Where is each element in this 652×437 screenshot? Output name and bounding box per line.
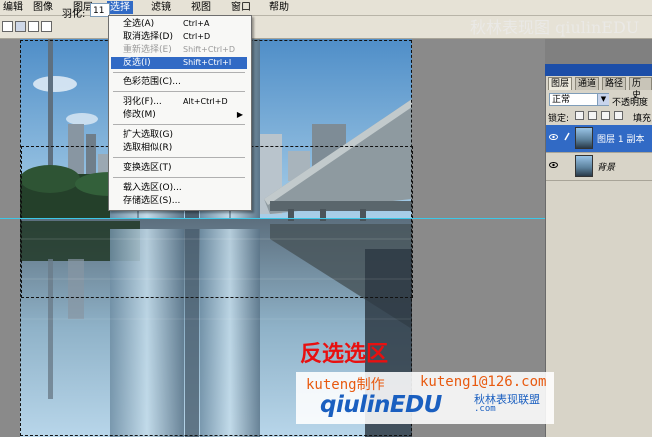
menu-filter[interactable]: 滤镜 — [148, 1, 174, 14]
credit-url: .com — [474, 404, 496, 414]
submenu-arrow-icon: ▶ — [236, 110, 243, 119]
menu-separator — [113, 72, 245, 73]
menu-image[interactable]: 图像 — [30, 1, 56, 14]
watermark-text: 秋林表现图 qiulinEDU — [470, 18, 640, 37]
feather-label: 羽化: — [62, 9, 86, 20]
layer-thumbnail — [575, 127, 593, 149]
menu-item-similar[interactable]: 选取相似(R) — [111, 142, 247, 154]
layer-name: 图层 1 副本 — [597, 135, 645, 145]
credit-logo: qiulinEDU — [320, 392, 442, 418]
menu-select[interactable]: 选择 — [107, 1, 133, 14]
menu-item-transform-selection[interactable]: 变换选区(T) — [111, 162, 247, 174]
horizontal-guide[interactable] — [0, 218, 545, 219]
tab-paths[interactable]: 路径 — [602, 77, 627, 90]
lock-all-icon[interactable] — [614, 111, 623, 120]
menu-item-save-selection[interactable]: 存储选区(S)... — [111, 195, 247, 207]
menu-separator — [113, 157, 245, 158]
layer-thumbnail — [575, 155, 593, 177]
menu-separator — [113, 124, 245, 125]
eye-icon[interactable] — [549, 161, 558, 169]
menu-item-grow[interactable]: 扩大选取(G) — [111, 129, 247, 141]
new-selection-icon[interactable] — [2, 21, 13, 32]
lock-image-icon[interactable] — [588, 111, 597, 120]
lock-transparent-icon[interactable] — [575, 111, 584, 120]
menu-window[interactable]: 窗口 — [228, 1, 254, 14]
menu-item-modify[interactable]: 修改(M) ▶ — [111, 109, 247, 121]
tab-history[interactable]: 历史 — [629, 77, 652, 101]
step-caption: 反选选区 — [300, 342, 389, 367]
menu-item-select-all[interactable]: 全选(A) Ctrl+A — [111, 18, 247, 30]
eye-icon[interactable] — [549, 133, 558, 141]
menu-item-feather[interactable]: 羽化(F)... Alt+Ctrl+D — [111, 96, 247, 108]
opacity-label: 不透明度 — [612, 98, 649, 108]
credit-author: kuteng制作 — [306, 377, 385, 393]
menu-item-color-range[interactable]: 色彩范围(C)... — [111, 76, 247, 88]
lock-position-icon[interactable] — [601, 111, 610, 120]
intersect-selection-icon[interactable] — [41, 21, 52, 32]
menu-view[interactable]: 视图 — [188, 1, 214, 14]
brush-icon — [564, 132, 570, 141]
menu-separator — [113, 91, 245, 92]
lock-label: 锁定: — [548, 114, 570, 124]
add-selection-icon[interactable] — [15, 21, 26, 32]
subtract-selection-icon[interactable] — [28, 21, 39, 32]
menu-separator — [113, 177, 245, 178]
menu-item-load-selection[interactable]: 载入选区(O)... — [111, 182, 247, 194]
menu-item-inverse[interactable]: 反选(I) Shift+Ctrl+I — [111, 57, 247, 69]
fill-label: 填充 — [633, 114, 652, 124]
layer-row[interactable]: 图层 1 副本 — [546, 125, 652, 153]
feather-input[interactable]: 11 — [90, 3, 110, 17]
menu-item-reselect[interactable]: 重新选择(E) Shift+Ctrl+D — [111, 44, 247, 56]
menu-edit[interactable]: 编辑 — [0, 1, 26, 14]
tab-layers[interactable]: 图层 — [548, 77, 573, 90]
panel-title-bar[interactable] — [545, 64, 652, 76]
credit-email: kuteng1@126.com — [420, 374, 547, 390]
chevron-down-icon[interactable]: ▼ — [597, 94, 609, 105]
tab-channels[interactable]: 通道 — [575, 77, 600, 90]
layer-row[interactable]: 背景 — [546, 153, 652, 181]
menu-help[interactable]: 帮助 — [266, 1, 292, 14]
layer-name: 背景 — [597, 163, 616, 173]
menu-item-deselect[interactable]: 取消选择(D) Ctrl+D — [111, 31, 247, 43]
select-menu-dropdown: 全选(A) Ctrl+A 取消选择(D) Ctrl+D 重新选择(E) Shif… — [108, 15, 252, 211]
